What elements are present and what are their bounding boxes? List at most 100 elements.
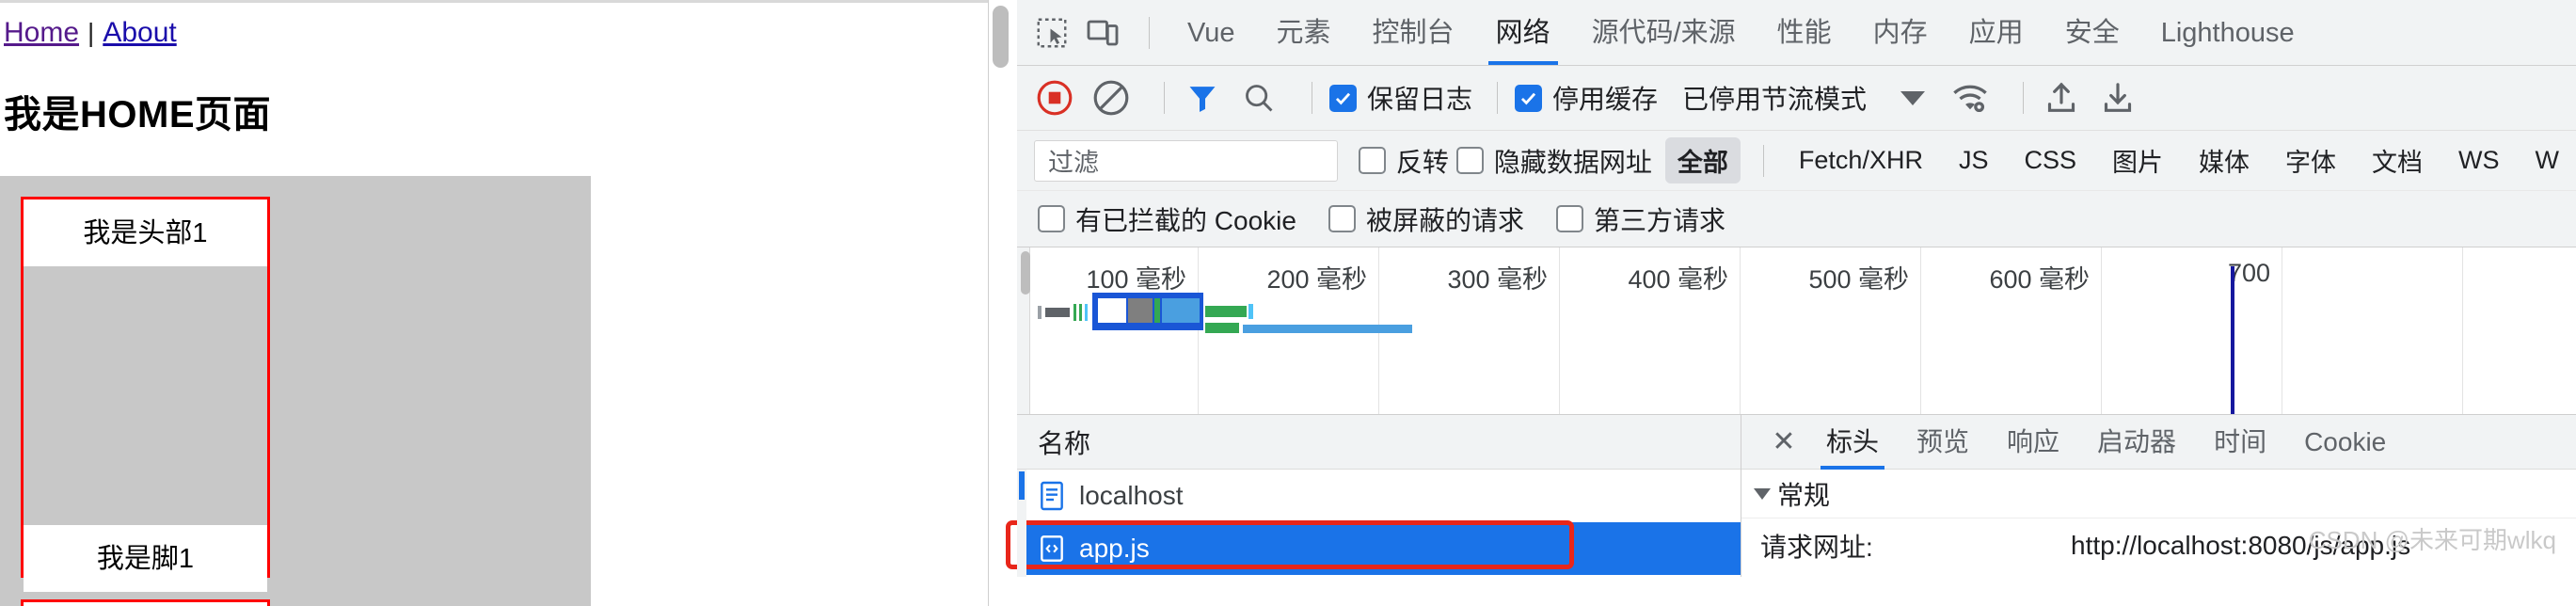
tab-application[interactable]: 应用 <box>1948 0 2044 65</box>
filter-type-fetch-xhr[interactable]: Fetch/XHR <box>1787 141 1935 180</box>
card-2-header <box>24 602 267 606</box>
checkbox-box-hide-data-urls <box>1455 147 1484 174</box>
tab-lighthouse[interactable]: Lighthouse <box>2140 0 2315 65</box>
general-section-header[interactable]: 常规 <box>1741 470 2576 518</box>
filter-type-css[interactable]: CSS <box>2012 141 2089 180</box>
hide-data-urls-checkbox[interactable]: 隐藏数据网址 <box>1455 142 1652 180</box>
timeline-tick-700: 700 <box>2227 259 2270 287</box>
third-party-requests-checkbox[interactable]: 第三方请求 <box>1555 200 1725 238</box>
devtools-scrollbar[interactable] <box>993 6 1009 68</box>
checkbox-box-blocked-requests <box>1328 205 1356 232</box>
filter-type-js[interactable]: JS <box>1947 141 2001 180</box>
details-tab-timing[interactable]: 时间 <box>2195 415 2285 470</box>
page-title: 我是HOME页面 <box>4 94 271 136</box>
filter-input[interactable]: 过滤 <box>1034 139 1338 182</box>
record-stop-icon[interactable] <box>1034 77 1075 119</box>
filter-type-ws[interactable]: WS <box>2446 141 2512 180</box>
clear-icon[interactable] <box>1090 77 1132 119</box>
disable-cache-label: 停用缓存 <box>1552 85 1659 114</box>
details-tab-preview[interactable]: 预览 <box>1898 415 1988 470</box>
disable-cache-checkbox[interactable]: 停用缓存 <box>1515 79 1658 117</box>
card-1-header: 我是头部1 <box>24 199 267 266</box>
document-icon <box>1038 480 1066 512</box>
timeline-tick-100: 100 毫秒 <box>1086 265 1186 294</box>
filter-icon[interactable] <box>1182 77 1223 119</box>
overview-gutter <box>1017 247 1030 414</box>
chevron-down-icon[interactable] <box>1900 90 1926 105</box>
timeline-tick-200: 200 毫秒 <box>1266 265 1367 294</box>
inspect-element-icon[interactable] <box>1030 11 1073 55</box>
filter-type-wasm[interactable]: W <box>2523 141 2571 180</box>
tab-console[interactable]: 控制台 <box>1352 0 1475 65</box>
nav-link-home[interactable]: Home <box>4 17 79 48</box>
devtools-panel: Vue 元素 控制台 网络 源代码/来源 性能 内存 应用 安全 Lightho… <box>988 0 2576 606</box>
wifi-settings-icon[interactable] <box>1949 77 1991 119</box>
network-bottom-split: 名称 localhost app.js ✕ 标头 预览 响应 启动器 时间 Co… <box>1006 415 2576 577</box>
request-url-value: http://localhost:8080/js/app.js <box>2071 531 2411 560</box>
tab-performance[interactable]: 性能 <box>1757 0 1852 65</box>
table-row[interactable]: app.js <box>1017 522 1741 575</box>
nav-link-about[interactable]: About <box>103 17 176 48</box>
throttling-label: 已停用节流模式 <box>1682 85 1868 114</box>
request-url-key: 请求网址: <box>1760 533 1873 562</box>
card-1: 我是头部1 我是脚1 <box>21 197 270 592</box>
timeline-tick-600: 600 毫秒 <box>1989 265 2090 294</box>
blocked-requests-checkbox[interactable]: 被屏蔽的请求 <box>1328 200 1524 238</box>
request-url-row: 请求网址: http://localhost:8080/js/app.js <box>1741 518 2576 573</box>
toolbar-divider-4 <box>1497 82 1499 114</box>
tab-memory[interactable]: 内存 <box>1852 0 1948 65</box>
request-name: localhost <box>1079 481 1184 510</box>
network-overview[interactable]: 100 毫秒 200 毫秒 300 毫秒 400 毫秒 500 毫秒 600 毫… <box>1017 247 2576 415</box>
blocked-requests-label: 被屏蔽的请求 <box>1365 205 1524 235</box>
card-1-body <box>24 266 267 525</box>
timeline-tick-400: 400 毫秒 <box>1628 265 1728 294</box>
tab-elements[interactable]: 元素 <box>1256 0 1352 65</box>
toolbar-divider <box>1149 16 1150 49</box>
request-details-pane: ✕ 标头 预览 响应 启动器 时间 Cookie 常规 请求网址: http:/… <box>1741 415 2576 577</box>
general-section-label: 常规 <box>1777 480 1831 510</box>
filter-type-img[interactable]: 图片 <box>2100 137 2175 183</box>
preserve-log-checkbox[interactable]: 保留日志 <box>1329 79 1472 117</box>
blocked-cookies-checkbox[interactable]: 有已拦截的 Cookie <box>1038 200 1296 238</box>
details-tab-cookies[interactable]: Cookie <box>2285 415 2405 470</box>
filter-divider <box>1762 144 1764 177</box>
filter-type-media[interactable]: 媒体 <box>2186 137 2262 183</box>
timeline-event-marker <box>2231 266 2234 414</box>
filter-row: 过滤 反转 隐藏数据网址 全部 Fetch/XHR JS CSS 图片 媒体 字… <box>1017 131 2576 191</box>
script-icon <box>1038 533 1066 565</box>
timeline-tick-500: 500 毫秒 <box>1808 265 1909 294</box>
table-row[interactable]: localhost <box>1017 470 1741 522</box>
upload-icon[interactable] <box>2041 77 2082 119</box>
request-list-scrollbar[interactable] <box>1017 470 1026 577</box>
checkbox-box-third-party <box>1555 205 1583 232</box>
search-icon[interactable] <box>1238 77 1280 119</box>
overview-scroll-handle[interactable] <box>1021 251 1030 295</box>
timeline-tick-300: 300 毫秒 <box>1447 265 1548 294</box>
devtools-tab-strip: Vue 元素 控制台 网络 源代码/来源 性能 内存 应用 安全 Lightho… <box>1017 0 2576 66</box>
filter-type-doc[interactable]: 文档 <box>2360 137 2435 183</box>
page-nav: Home | About <box>0 3 988 50</box>
device-toolbar-icon[interactable] <box>1081 11 1124 55</box>
network-toolbar: 保留日志 停用缓存 已停用节流模式 <box>1017 66 2576 131</box>
tab-network[interactable]: 网络 <box>1475 0 1571 65</box>
download-icon[interactable] <box>2097 77 2139 119</box>
hide-data-urls-label: 隐藏数据网址 <box>1493 147 1652 177</box>
details-tab-initiator[interactable]: 启动器 <box>2078 415 2195 470</box>
tab-vue[interactable]: Vue <box>1167 0 1256 65</box>
browser-page: Home | About 我是HOME页面 我是头部1 我是脚1 <box>0 0 988 606</box>
checkbox-box-invert <box>1358 147 1386 174</box>
request-column-header[interactable]: 名称 <box>1017 415 1741 470</box>
tab-security[interactable]: 安全 <box>2044 0 2140 65</box>
invert-label: 反转 <box>1395 147 1449 177</box>
filter-type-all[interactable]: 全部 <box>1664 137 1741 183</box>
close-icon[interactable]: ✕ <box>1760 425 1807 458</box>
tab-sources[interactable]: 源代码/来源 <box>1571 0 1757 65</box>
request-name: app.js <box>1079 534 1150 563</box>
details-tab-response[interactable]: 响应 <box>1988 415 2078 470</box>
details-tab-headers[interactable]: 标头 <box>1807 415 1898 470</box>
filter-type-font[interactable]: 字体 <box>2273 137 2348 183</box>
card-2 <box>21 599 270 606</box>
page-content-area: 我是头部1 我是脚1 <box>0 176 591 606</box>
blocked-cookies-label: 有已拦截的 Cookie <box>1075 205 1296 235</box>
invert-checkbox[interactable]: 反转 <box>1358 142 1449 180</box>
